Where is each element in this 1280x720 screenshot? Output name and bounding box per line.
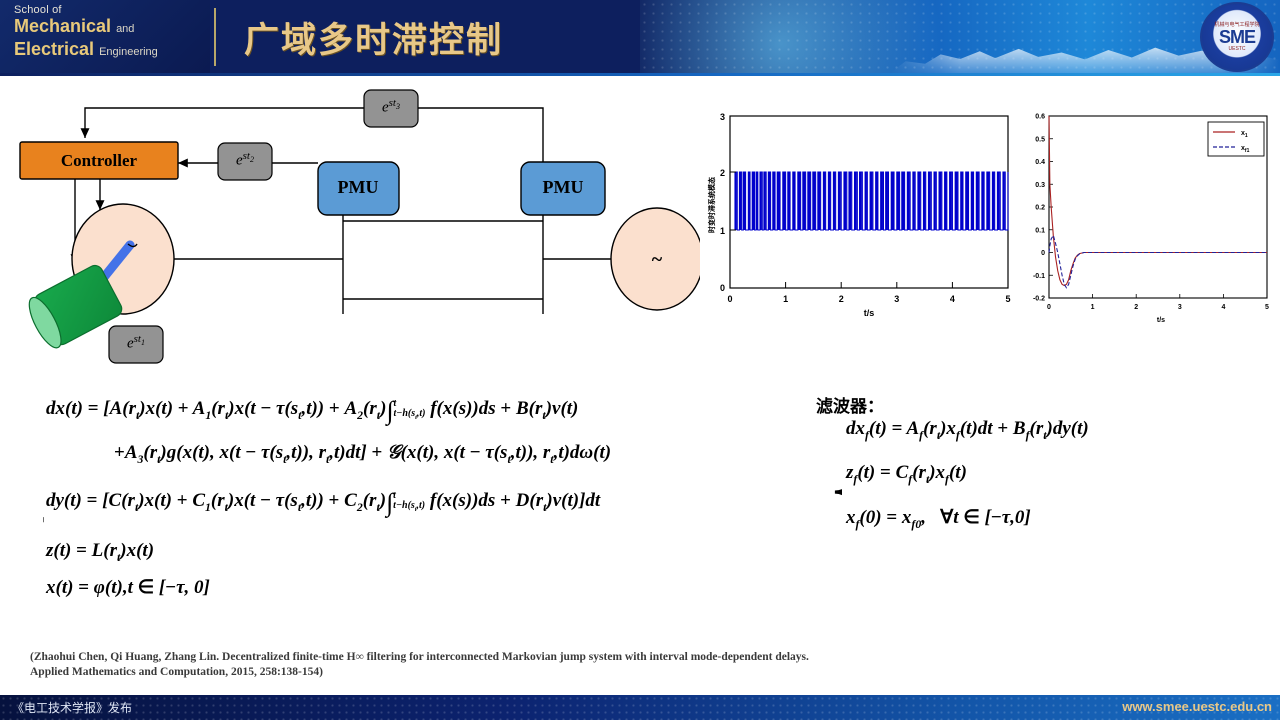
page-title: 广域多时滞控制: [244, 21, 504, 61]
svg-text:1: 1: [720, 226, 725, 236]
filter-equations-brace: {: [822, 416, 842, 552]
svg-text:0: 0: [1041, 250, 1045, 257]
equation-row-5: x(t) = φ(t),t ∈ [−τ, 0]: [46, 577, 210, 598]
diagram-svg: Controller PMU PMU est3 est2 est1 ~: [19, 89, 700, 364]
filter-title: 滤波器：: [816, 397, 884, 417]
chart2-legend: x1 xf1: [1207, 121, 1265, 157]
generator-right-symbol: ~: [652, 249, 663, 271]
footer-website[interactable]: www.smee.uestc.edu.cn: [1122, 699, 1272, 714]
school-line-3-strong: Electrical: [14, 39, 95, 59]
chart2-xlabel: t/s: [1157, 317, 1165, 324]
citation: (Zhaohui Chen, Qi Huang, Zhang Lin. Dece…: [30, 650, 1240, 680]
svg-text:2: 2: [1134, 304, 1138, 311]
page-header: School of Mechanical and Electrical Engi…: [0, 0, 1280, 73]
sme-logo: 机械与电气工程学院 SME UESTC: [1200, 2, 1274, 72]
equation-row-3: dy(t) = [C(rt)x(t) + C1(rt)x(t − τ(st,t)…: [46, 488, 601, 517]
school-line-2-small: and: [116, 23, 135, 35]
equation-row-4: z(t) = L(rt)x(t): [46, 540, 155, 564]
school-branding: School of Mechanical and Electrical Engi…: [0, 0, 210, 73]
chart1-svg: 3 2 1 0 0 1 2 3 4 5 t/s 时变时滞系统模态: [707, 112, 1011, 318]
svg-text:4: 4: [1221, 304, 1225, 311]
filter-row-3: xf(0) = xf0, ∀t ∈ [−τ,0]: [846, 507, 1031, 531]
svg-text:1: 1: [1091, 304, 1095, 311]
page-footer: 《电工技术学报》发布 www.smee.uestc.edu.cn: [0, 695, 1280, 720]
svg-text:-0.1: -0.1: [1033, 273, 1045, 280]
svg-text:3: 3: [894, 294, 899, 304]
svg-text:3: 3: [720, 112, 725, 122]
equation-row-2: +A3(rt)g(x(t), x(t − τ(st,t)), rt,t)dt] …: [114, 442, 612, 466]
logo-subtitle: UESTC: [1228, 46, 1246, 52]
chart1-xlabel: t/s: [864, 308, 875, 318]
pmu-left-label: PMU: [338, 177, 379, 197]
wire-delay3-to-controller: [80, 107, 364, 138]
controller-label: Controller: [61, 151, 138, 170]
school-line-1: School of: [14, 4, 62, 16]
footer-publisher: 《电工技术学报》发布: [12, 701, 133, 715]
chart2-svg: -0.2 -0.1 0 0.1 0.2 0.3 0.4 0.5 0.6 0 1 2 3 4 5 x1 xf…: [1033, 114, 1269, 325]
footer-dot-pattern: [0, 695, 1280, 720]
svg-text:5: 5: [1005, 294, 1010, 304]
delay-block-1[interactable]: est1: [108, 325, 164, 364]
chart-mode-switching: 3 2 1 0 0 1 2 3 4 5 t/s 时变时滞系统模态: [705, 108, 1015, 323]
svg-text:5: 5: [1265, 304, 1269, 311]
header-divider: [214, 8, 216, 66]
system-equations-brace: {: [22, 392, 44, 624]
svg-text:0.5: 0.5: [1035, 136, 1045, 143]
school-line-3: Electrical Engineering: [14, 39, 210, 62]
svg-text:0: 0: [720, 283, 725, 293]
chart1-ylabel: 时变时滞系统模态: [707, 177, 716, 233]
svg-text:0: 0: [1047, 304, 1051, 311]
delay-block-2[interactable]: est2: [217, 142, 273, 181]
citation-line-2: Applied Mathematics and Computation, 201…: [30, 666, 323, 678]
svg-text:0.2: 0.2: [1035, 205, 1045, 212]
wire-pmu-right-to-delay3: [402, 107, 544, 162]
svg-text:0: 0: [727, 294, 732, 304]
equation-row-1: dx(t) = [A(rt)x(t) + A1(rt)x(t − τ(st,t)…: [46, 396, 579, 425]
school-line-2: Mechanical and: [14, 16, 210, 39]
generator-right-node[interactable]: ~: [610, 207, 700, 311]
delay-block-3[interactable]: est3: [363, 89, 419, 128]
svg-text:4: 4: [950, 294, 955, 304]
logo-acronym: SME: [1218, 27, 1256, 47]
pmu-left-node[interactable]: PMU: [317, 161, 400, 216]
svg-text:0.3: 0.3: [1035, 182, 1045, 189]
school-line-2-strong: Mechanical: [14, 16, 112, 36]
header-underline: [0, 73, 1280, 76]
svg-text:-0.2: -0.2: [1033, 296, 1045, 303]
filter-row-2: zf(t) = Cf(rt)xf(t): [846, 462, 967, 486]
filter-row-1: dxf(t) = Af(rt)xf(t)dt + Bf(rt)dy(t): [846, 418, 1089, 442]
pmu-right-label: PMU: [543, 177, 584, 197]
svg-text:0.6: 0.6: [1035, 114, 1045, 121]
svg-text:2: 2: [720, 168, 725, 178]
svg-text:3: 3: [1178, 304, 1182, 311]
chart-state-estimate: -0.2 -0.1 0 0.1 0.2 0.3 0.4 0.5 0.6 0 1 2 3 4 5 x1 xf…: [1022, 108, 1274, 328]
header-artwork: [640, 0, 1280, 73]
svg-text:2: 2: [839, 294, 844, 304]
citation-line-1: (Zhaohui Chen, Qi Huang, Zhang Lin. Dece…: [30, 651, 809, 663]
svg-text:0.1: 0.1: [1035, 227, 1045, 234]
school-line-3-small: Engineering: [99, 46, 158, 58]
filter-equations: 滤波器： { dxf(t) = Af(rt)xf(t)dt + Bf(rt)dy…: [816, 392, 1266, 572]
pmu-right-node[interactable]: PMU: [520, 161, 606, 216]
controller-node[interactable]: Controller: [19, 141, 179, 180]
system-equations: { dx(t) = [A(rt)x(t) + A1(rt)x(t − τ(st,…: [22, 392, 802, 624]
power-system-diagram: Controller PMU PMU est3 est2 est1 ~: [0, 78, 700, 374]
svg-text:0.4: 0.4: [1035, 159, 1045, 166]
svg-text:1: 1: [783, 294, 788, 304]
